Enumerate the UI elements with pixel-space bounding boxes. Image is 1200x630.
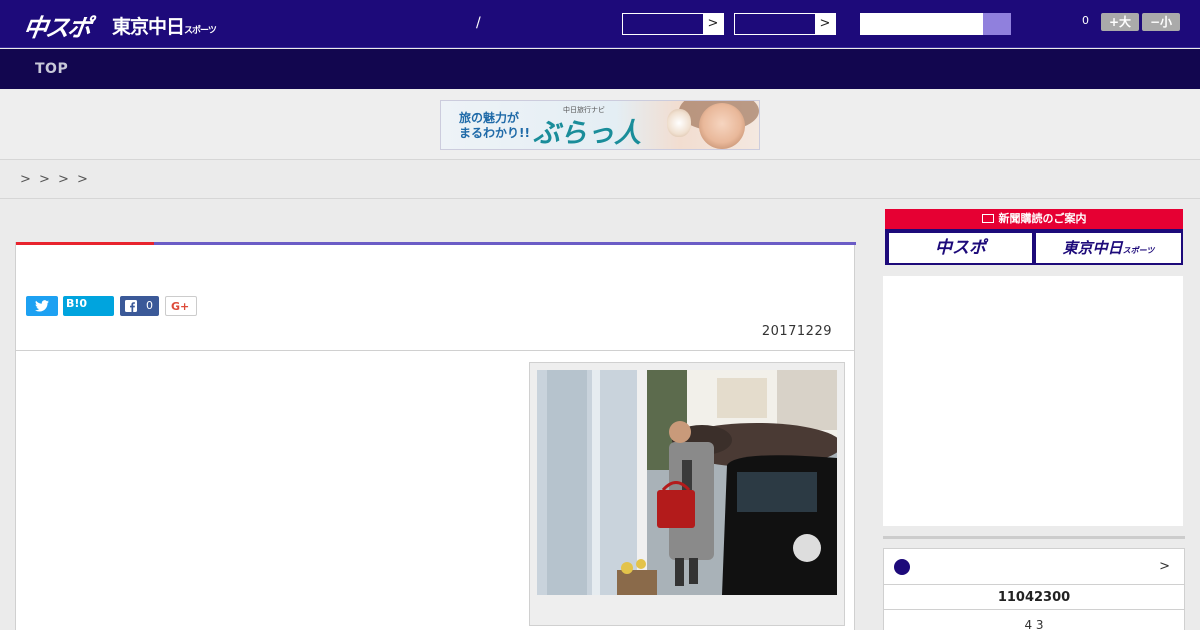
hatena-bookmark-button[interactable]: B!0 [63,296,114,316]
article-date: 20171229 [761,324,832,339]
ad-line-1: 旅の魅力が [459,111,520,125]
ad-band: 旅の魅力が まるわかり!! 中日旅行ナビ ぶらっ人 [0,90,1200,160]
header-separator: / [476,15,481,31]
subscribe-tokyo-text: 東京中日 [1062,239,1123,257]
breadcrumb-separator: > [77,172,88,187]
site-header: 中スポ 東京中日スポーツ / > > 0 +大 −小 [0,0,1200,48]
breadcrumb-separator: > [20,172,31,187]
shell-icon [667,109,691,137]
global-nav: TOP [0,49,1200,89]
ad-model-image [699,103,745,149]
photo-illustration [537,370,837,595]
subscription-banner: 新聞購読のご案内 中スポ 東京中日スポーツ [885,209,1183,265]
font-size-count: 0 [1082,14,1089,27]
newspaper-icon [981,214,994,223]
google-plus-icon: G+ [171,300,190,313]
subscribe-tokyo-sub: スポーツ [1122,246,1155,255]
breadcrumb: > > > > [0,161,1200,199]
facebook-share-button[interactable]: 0 [120,296,159,316]
travel-ad-banner[interactable]: 旅の魅力が まるわかり!! 中日旅行ナビ ぶらっ人 [440,100,760,150]
article-divider [16,350,854,351]
tokyo-logo-text: 東京中日 [112,16,185,38]
sidebar-ad-slot[interactable] [883,276,1183,526]
tokyo-logo-sub: スポーツ [184,26,217,36]
subscription-title-text: 新聞購読のご案内 [998,212,1087,225]
article-photo-frame [529,362,845,626]
twitter-share-button[interactable] [26,296,58,316]
score-line: 4 3 [1024,618,1044,630]
hatena-count: B!0 [66,297,88,310]
subscribe-tokyo-button[interactable]: 東京中日スポーツ [1036,233,1181,263]
ad-headline: 旅の魅力が まるわかり!! [459,111,530,141]
search-box [860,13,1011,35]
nav-item-top[interactable]: TOP [35,61,68,77]
twitter-icon [35,300,49,312]
google-plus-share-button[interactable]: G+ [165,296,197,316]
font-larger-button[interactable]: +大 [1101,13,1139,31]
breadcrumb-separator: > [39,172,50,187]
ad-line-2: まるわかり!! [459,126,530,140]
search-input[interactable] [860,13,982,35]
sidebar-divider [883,536,1185,539]
chevron-right-icon: > [815,14,835,34]
score-date: 11042300 [884,585,1184,610]
article-accent-red [16,242,154,245]
facebook-count: 0 [146,299,153,312]
score-header[interactable]: > [884,549,1184,585]
chevron-right-icon: > [703,14,723,34]
ad-brand: ぶらっ人 [533,118,641,149]
font-smaller-button[interactable]: −小 [1142,13,1180,31]
category-select-1[interactable]: > [622,13,724,35]
chuspo-logo[interactable]: 中スポ [22,8,93,43]
tokyo-chunichi-logo[interactable]: 東京中日スポーツ [112,12,217,39]
search-button[interactable] [983,13,1011,35]
breadcrumb-separator: > [58,172,69,187]
article-accent-purple [154,242,856,245]
category-select-2[interactable]: > [734,13,836,35]
article-photo[interactable] [537,370,837,595]
article-card: B!0 0 G+ 20171229 [15,242,856,630]
score-more-link[interactable]: > [1159,559,1170,574]
facebook-icon [125,300,137,312]
subscribe-chuspo-button[interactable]: 中スポ [889,233,1032,263]
score-widget: > 11042300 4 3 [883,548,1185,630]
baseball-icon [894,559,910,575]
subscription-title: 新聞購読のご案内 [885,209,1183,229]
